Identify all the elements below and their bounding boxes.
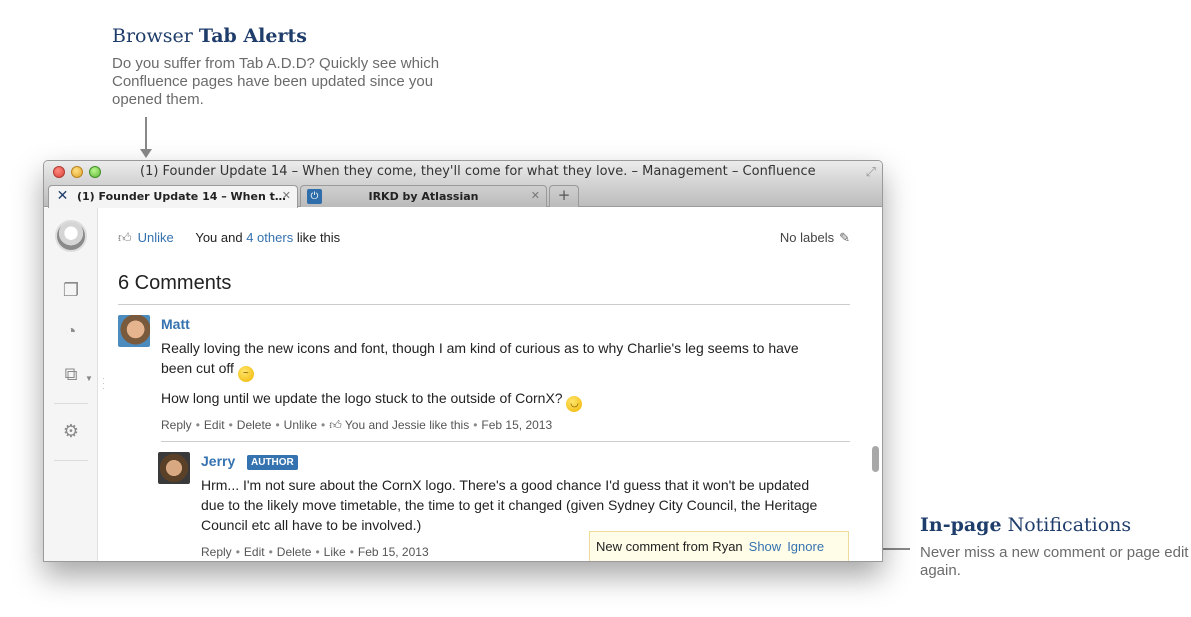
comments-divider bbox=[118, 304, 850, 305]
comment-body: How long until we update the logo stuck … bbox=[161, 388, 841, 412]
comment-line: due to the likely move timetable, the ti… bbox=[201, 497, 818, 513]
thumbs-up-icon: 👍︎ bbox=[329, 418, 345, 432]
callout-title-light: Notifications bbox=[1007, 514, 1132, 536]
unlike-link[interactable]: Unlike bbox=[284, 418, 317, 432]
reply-link[interactable]: Reply bbox=[201, 545, 232, 559]
in-page-callout-title: In-page Notifications bbox=[920, 514, 1131, 536]
ignore-button[interactable]: Ignore bbox=[787, 539, 824, 554]
minimize-window-button[interactable] bbox=[71, 166, 83, 178]
pencil-icon[interactable]: ✎ bbox=[839, 230, 850, 245]
new-comment-notification: New comment from Ryan Show Ignore bbox=[589, 531, 849, 561]
action-separator: • bbox=[228, 418, 233, 432]
browser-window: (1) Founder Update 14 – When they come, … bbox=[43, 160, 883, 562]
comment-line: been cut off ~ bbox=[161, 358, 841, 382]
gear-icon[interactable]: ⚙ bbox=[59, 419, 83, 443]
main-panel: 👍︎ Unlike You and 4 others like this No l… bbox=[118, 208, 850, 561]
likers-link[interactable]: 4 others bbox=[246, 230, 293, 245]
delete-link[interactable]: Delete bbox=[277, 545, 312, 559]
tab-alerts-callout-text: Do you suffer from Tab A.D.D? Quickly se… bbox=[112, 55, 440, 108]
comment-line: Hrm... I'm not sure about the CornX logo… bbox=[201, 477, 810, 493]
sidebar-divider bbox=[54, 460, 88, 461]
thumbs-up-icon: 👍︎ bbox=[118, 230, 132, 245]
pages-icon[interactable]: ❐ bbox=[59, 278, 83, 302]
callout-arrow-down bbox=[140, 117, 152, 158]
sidebar-resize-handle[interactable]: · · · bbox=[102, 374, 105, 393]
action-separator: • bbox=[275, 418, 280, 432]
share-icon[interactable]: ⧉ bbox=[59, 362, 83, 386]
comment-actions: Reply • Edit • Delete • Unlike • 👍︎ You and Jess… bbox=[161, 418, 552, 433]
scrollbar[interactable] bbox=[871, 208, 880, 561]
window-title: (1) Founder Update 14 – When they come, … bbox=[140, 164, 816, 179]
comment-date[interactable]: Feb 15, 2013 bbox=[481, 418, 552, 432]
action-separator: • bbox=[321, 418, 326, 432]
show-button[interactable]: Show bbox=[749, 539, 782, 554]
avatar[interactable] bbox=[158, 452, 190, 484]
action-separator: • bbox=[315, 545, 320, 559]
tab-founder-update[interactable]: ✕ (1) Founder Update 14 – When t… ✕ bbox=[48, 185, 298, 208]
like-text-suffix: like this bbox=[296, 230, 341, 245]
tab-alerts-callout-title: Browser Tab Alerts bbox=[112, 25, 307, 47]
comment-body: Hrm... I'm not sure about the CornX logo… bbox=[201, 475, 841, 535]
like-text-prefix: You and bbox=[195, 230, 243, 245]
comment-date[interactable]: Feb 15, 2013 bbox=[358, 545, 429, 559]
new-tab-button[interactable]: + bbox=[549, 185, 579, 207]
sidebar: ❐ ◔ ⧉ ▼ ⚙ bbox=[44, 208, 98, 561]
page-content: ❐ ◔ ⧉ ▼ ⚙ · · · 👍︎ Unlike You and 4 others … bbox=[44, 208, 882, 561]
page-like-bar: 👍︎ Unlike You and 4 others like this bbox=[118, 230, 340, 246]
chevron-down-icon[interactable]: ▼ bbox=[85, 374, 93, 383]
comment-divider bbox=[161, 441, 850, 442]
thinking-emoji-icon: ~ bbox=[237, 366, 254, 382]
user-avatar[interactable] bbox=[55, 220, 87, 252]
tab-label: IRKD by Atlassian bbox=[368, 190, 479, 203]
unlike-page-button[interactable]: Unlike bbox=[138, 230, 174, 245]
rss-feed-icon[interactable]: ◔ bbox=[59, 319, 83, 343]
no-labels-text: No labels bbox=[779, 230, 835, 245]
comment-author[interactable]: Matt bbox=[161, 316, 190, 332]
in-page-callout-text: Never miss a new comment or page edit ag… bbox=[920, 544, 1189, 579]
zoom-window-button[interactable] bbox=[89, 166, 101, 178]
smile-emoji-icon: ◡ bbox=[566, 396, 583, 412]
edit-link[interactable]: Edit bbox=[204, 418, 225, 432]
tab-label: (1) Founder Update 14 – When t… bbox=[77, 190, 286, 203]
fullscreen-icon[interactable]: ⤢ bbox=[866, 164, 876, 180]
comment-body: Really loving the new icons and font, th… bbox=[161, 338, 841, 382]
tab-close-icon[interactable]: ✕ bbox=[531, 189, 540, 202]
callout-title-bold: In-page bbox=[920, 514, 1002, 536]
delete-link[interactable]: Delete bbox=[237, 418, 272, 432]
tab-irkd[interactable]: ⏻ IRKD by Atlassian ✕ bbox=[300, 185, 547, 207]
close-window-button[interactable] bbox=[53, 166, 65, 178]
callout-title-bold: Tab Alerts bbox=[198, 25, 307, 47]
sidebar-divider bbox=[54, 403, 88, 404]
comment-line-text: been cut off bbox=[161, 360, 234, 376]
comment-line-text: How long until we update the logo stuck … bbox=[161, 390, 563, 406]
likes-text[interactable]: You and Jessie like this bbox=[345, 418, 469, 432]
reply-link[interactable]: Reply bbox=[161, 418, 192, 432]
comment-author[interactable]: Jerry bbox=[201, 453, 235, 469]
action-separator: • bbox=[195, 418, 200, 432]
author-badge: AUTHOR bbox=[247, 455, 298, 470]
tab-close-icon[interactable]: ✕ bbox=[282, 189, 291, 202]
notification-text: New comment from Ryan bbox=[596, 539, 743, 554]
comment-actions: Reply • Edit • Delete • Like • Feb 15, 2013 bbox=[201, 545, 429, 559]
comments-heading: 6 Comments bbox=[118, 272, 232, 294]
edit-link[interactable]: Edit bbox=[244, 545, 265, 559]
comment-line: Really loving the new icons and font, th… bbox=[161, 340, 799, 356]
labels-area[interactable]: No labels ✎ bbox=[780, 230, 850, 246]
action-separator: • bbox=[235, 545, 240, 559]
action-separator: • bbox=[473, 418, 478, 432]
like-link[interactable]: Like bbox=[324, 545, 346, 559]
tab-bar: ✕ (1) Founder Update 14 – When t… ✕ ⏻ IR… bbox=[44, 183, 882, 208]
scrollbar-thumb[interactable] bbox=[872, 446, 879, 472]
callout-title-light: Browser bbox=[112, 25, 193, 47]
avatar[interactable] bbox=[118, 315, 150, 347]
confluence-icon: ✕ bbox=[56, 188, 69, 204]
action-separator: • bbox=[349, 545, 354, 559]
action-separator: • bbox=[268, 545, 273, 559]
title-bar: (1) Founder Update 14 – When they come, … bbox=[44, 161, 882, 183]
